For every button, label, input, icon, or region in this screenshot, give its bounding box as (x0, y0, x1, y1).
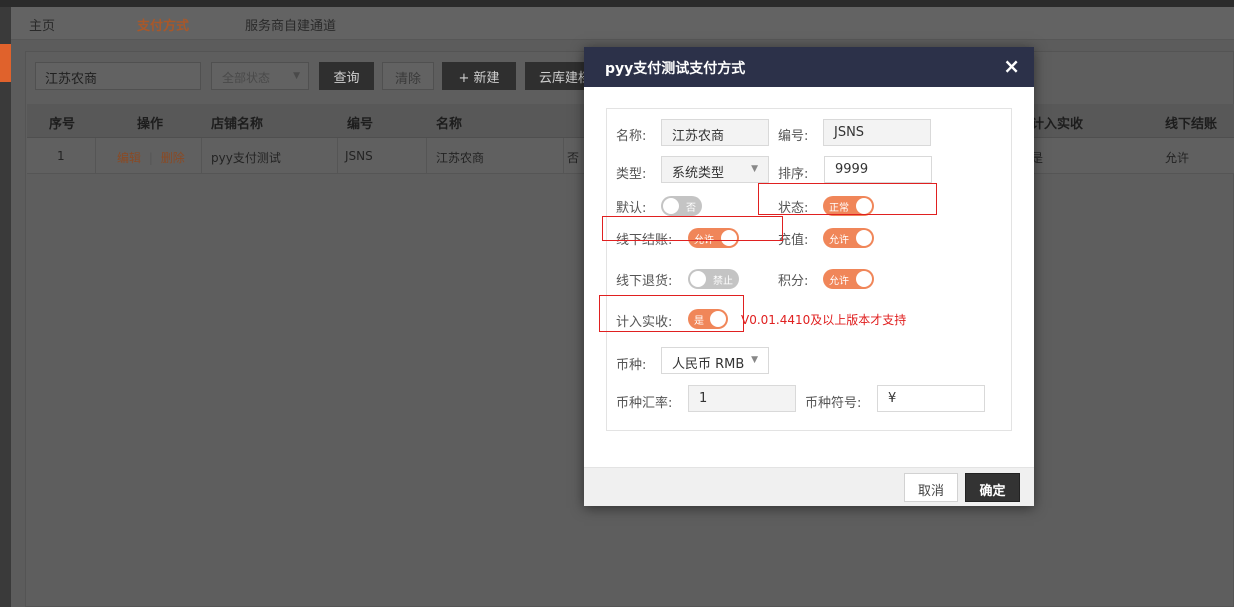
count-income-highlight-box (599, 295, 744, 332)
header-store-name: 店铺名称 (211, 117, 264, 132)
version-note: V0.01.4410及以上版本才支持 (741, 313, 907, 327)
name-label: 名称: (616, 129, 647, 144)
tab-service-channel[interactable]: 服务商自建通道 (245, 15, 336, 34)
offline-settle-highlight-box (602, 216, 783, 241)
points-label: 积分: (778, 274, 809, 289)
column-divider (337, 138, 338, 173)
confirm-button[interactable]: 确定 (965, 473, 1020, 502)
tab-bar: 主页 支付方式 服务商自建通道 (11, 7, 1234, 40)
sort-field[interactable]: 9999 (824, 156, 932, 183)
row-col6: 否 (567, 151, 580, 165)
default-label: 默认: (616, 201, 647, 216)
code-label: 编号: (778, 129, 809, 144)
status-filter-select[interactable]: 全部状态 ▼ (211, 62, 309, 90)
row-actions: 编辑 | 删除 (117, 149, 185, 166)
currency-label: 币种: (616, 358, 647, 373)
rate-label: 币种汇率: (616, 396, 673, 411)
edit-link[interactable]: 编辑 (117, 151, 141, 165)
recharge-toggle[interactable]: 允许 (823, 228, 874, 248)
header-offline-settle: 线下结账 (1165, 117, 1218, 132)
header-actions: 操作 (137, 117, 164, 132)
sort-label: 排序: (778, 167, 809, 182)
row-offline-settle: 允许 (1165, 151, 1190, 165)
new-button[interactable]: + 新建 (442, 62, 516, 90)
symbol-field[interactable]: ¥ (877, 385, 985, 412)
type-select[interactable]: 系统类型 ▼ (661, 156, 769, 183)
column-divider (201, 138, 202, 173)
modal-title: pyy支付测试支付方式 (605, 61, 746, 77)
tab-home[interactable]: 主页 (29, 15, 55, 34)
points-toggle[interactable]: 允许 (823, 269, 874, 289)
currency-select[interactable]: 人民币 RMB ▼ (661, 347, 769, 374)
modal-footer: 取消 确定 (584, 467, 1034, 506)
modal-header: pyy支付测试支付方式 × (584, 47, 1034, 87)
query-button[interactable]: 查询 (319, 62, 374, 90)
type-select-value: 系统类型 (672, 166, 725, 181)
toggle-knob (663, 198, 679, 214)
offline-return-toggle[interactable]: 禁止 (688, 269, 739, 289)
top-strip (0, 0, 1234, 7)
chevron-down-icon: ▼ (751, 164, 758, 174)
header-index: 序号 (49, 117, 76, 132)
chevron-down-icon: ▼ (293, 71, 300, 81)
column-divider (95, 138, 96, 173)
rate-field[interactable]: 1 (688, 385, 796, 412)
header-code: 编号 (347, 117, 374, 132)
recharge-toggle-text: 允许 (829, 235, 849, 246)
symbol-label: 币种符号: (805, 396, 862, 411)
close-icon[interactable]: × (1003, 55, 1020, 77)
column-divider (426, 138, 427, 173)
status-highlight-box (758, 183, 937, 215)
sidebar-active-marker (0, 44, 11, 82)
toggle-knob (856, 230, 872, 246)
search-input[interactable]: 江苏农商 (35, 62, 201, 90)
chevron-down-icon: ▼ (751, 355, 758, 365)
default-toggle[interactable]: 否 (661, 196, 702, 216)
currency-select-value: 人民币 RMB (672, 357, 745, 372)
toggle-knob (856, 271, 872, 287)
action-separator: | (148, 151, 153, 165)
type-label: 类型: (616, 167, 647, 182)
row-name: 江苏农商 (436, 151, 485, 165)
payment-method-modal: pyy支付测试支付方式 × 名称: 江苏农商 编号: JSNS 类型: 系统类型… (584, 47, 1034, 506)
offline-return-toggle-text: 禁止 (713, 276, 733, 287)
form-panel: 名称: 江苏农商 编号: JSNS 类型: 系统类型 ▼ 排序: 9999 默认… (606, 108, 1012, 431)
offline-return-label: 线下退货: (616, 274, 673, 289)
toggle-knob (690, 271, 706, 287)
points-toggle-text: 允许 (829, 276, 849, 287)
tab-payment-methods[interactable]: 支付方式 (137, 15, 189, 34)
status-filter-value: 全部状态 (222, 71, 271, 85)
column-divider (563, 138, 564, 173)
name-field[interactable]: 江苏农商 (661, 119, 769, 146)
delete-link[interactable]: 删除 (161, 151, 185, 165)
cancel-button[interactable]: 取消 (904, 473, 958, 502)
code-field[interactable]: JSNS (823, 119, 931, 146)
header-count-income: 计入实收 (1031, 117, 1084, 132)
clear-button[interactable]: 清除 (382, 62, 434, 90)
default-toggle-text: 否 (686, 203, 696, 214)
header-name: 名称 (436, 117, 463, 132)
row-store-name: pyy支付测试 (211, 151, 281, 165)
left-sidebar (0, 7, 11, 607)
row-index: 1 (57, 149, 65, 163)
row-code: JSNS (345, 149, 373, 163)
